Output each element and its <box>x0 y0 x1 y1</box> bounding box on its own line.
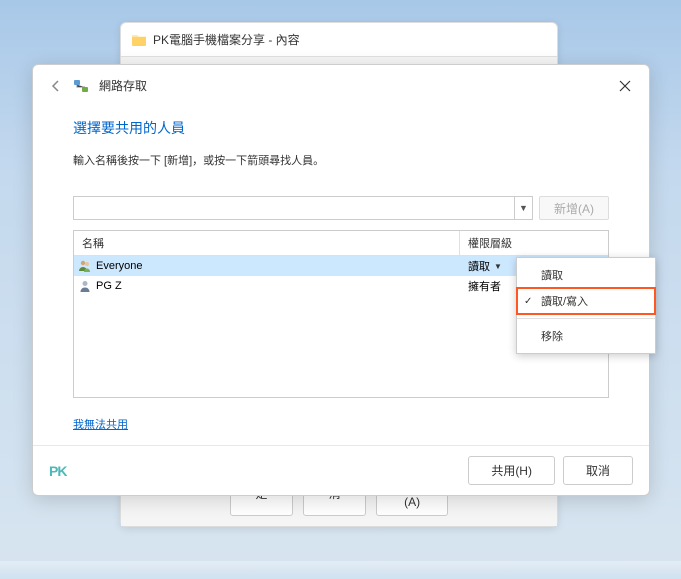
menu-item-read[interactable]: 讀取 <box>517 262 655 288</box>
footer-buttons: 共用(H) 取消 <box>468 456 633 485</box>
input-row: ▼ 新增(A) <box>73 196 609 220</box>
bg-window-title: PK電腦手機檔案分享 - 內容 <box>153 31 300 48</box>
row-permission-label: 讀取 <box>468 258 490 274</box>
pk-logo: PK <box>49 463 66 479</box>
menu-separator <box>517 318 655 319</box>
network-access-dialog: 網路存取 選擇要共用的人員 輸入名稱後按一下 [新增]，或按一下箭頭尋找人員。 … <box>32 64 650 496</box>
menu-item-remove[interactable]: 移除 <box>517 323 655 349</box>
row-permission-label: 擁有者 <box>468 278 501 294</box>
dialog-header: 網路存取 <box>33 65 649 102</box>
row-name-cell: PG Z <box>74 279 460 293</box>
back-arrow-icon[interactable] <box>49 79 63 93</box>
user-input[interactable] <box>74 197 514 219</box>
column-name-header[interactable]: 名稱 <box>74 231 460 255</box>
share-button[interactable]: 共用(H) <box>468 456 555 485</box>
network-icon <box>73 79 89 93</box>
chevron-down-icon: ▼ <box>494 262 502 271</box>
list-header: 名稱 權限層級 <box>74 231 608 256</box>
chevron-down-icon[interactable]: ▼ <box>514 197 532 219</box>
dialog-instruction: 輸入名稱後按一下 [新增]，或按一下箭頭尋找人員。 <box>73 152 609 168</box>
menu-item-readwrite[interactable]: 讀取/寫入 <box>517 288 655 314</box>
desktop-bottom-strip <box>0 561 681 579</box>
close-icon[interactable] <box>617 78 633 94</box>
dialog-path-title: 網路存取 <box>99 77 147 94</box>
folder-icon <box>131 33 147 46</box>
bg-titlebar: PK電腦手機檔案分享 - 內容 <box>121 23 557 56</box>
help-link[interactable]: 我無法共用 <box>73 416 128 432</box>
dialog-heading: 選擇要共用的人員 <box>73 118 609 138</box>
row-name-cell: Everyone <box>74 259 460 273</box>
dialog-content: 選擇要共用的人員 輸入名稱後按一下 [新增]，或按一下箭頭尋找人員。 ▼ 新增(… <box>33 102 649 433</box>
user-list: 名稱 權限層級 Everyone 讀取 ▼ PG Z <box>73 230 609 398</box>
column-permission-header[interactable]: 權限層級 <box>460 231 608 255</box>
user-combobox[interactable]: ▼ <box>73 196 533 220</box>
cancel-button[interactable]: 取消 <box>563 456 633 485</box>
dialog-footer: PK 共用(H) 取消 <box>33 445 649 495</box>
row-name-label: PG Z <box>96 280 122 292</box>
group-icon <box>78 259 92 273</box>
permission-dropdown-menu: 讀取 讀取/寫入 移除 <box>516 257 656 354</box>
row-name-label: Everyone <box>96 260 142 272</box>
person-icon <box>78 279 92 293</box>
dialog-header-left: 網路存取 <box>49 77 147 94</box>
add-button: 新增(A) <box>539 196 609 220</box>
